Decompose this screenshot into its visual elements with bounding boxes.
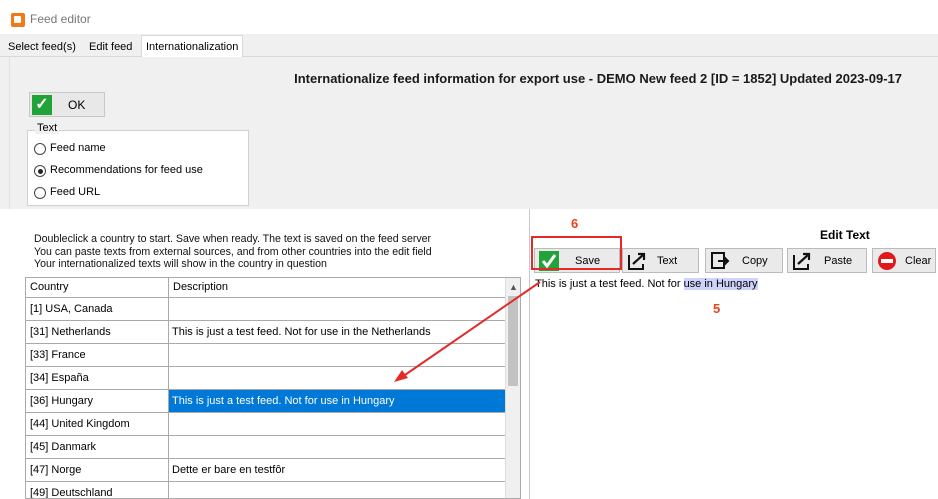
country-cell[interactable]: [31] Netherlands — [26, 321, 169, 344]
clear-icon — [878, 252, 896, 270]
country-cell[interactable]: [47] Norge — [26, 459, 169, 482]
radio-button-selected-icon[interactable] — [34, 165, 46, 177]
vertical-scrollbar[interactable]: ▲ — [505, 278, 520, 498]
tab-edit-feed[interactable]: Edit feed — [85, 38, 136, 57]
radio-button-icon[interactable] — [34, 187, 46, 199]
upper-panel: Internationalize feed information for ex… — [9, 57, 938, 209]
table-row[interactable]: [1] USA, Canada — [26, 298, 506, 321]
scroll-thumb[interactable] — [508, 296, 518, 386]
radio-label: Feed URL — [50, 186, 101, 198]
text-label: Text — [657, 255, 678, 267]
paste-button[interactable]: Paste — [787, 248, 867, 273]
text-option-group: Text Feed name Recommendations for feed … — [27, 122, 249, 206]
description-cell[interactable] — [169, 413, 506, 436]
description-cell[interactable] — [169, 436, 506, 459]
title-bar: Feed editor — [0, 0, 938, 34]
scroll-up-icon[interactable]: ▲ — [509, 282, 518, 292]
page-heading: Internationalize feed information for ex… — [294, 71, 902, 86]
paste-arrow-icon — [793, 252, 811, 270]
instructions-text: Doubleclick a country to start. Save whe… — [34, 233, 432, 270]
clear-label: Clear — [905, 255, 932, 267]
window-title: Feed editor — [30, 12, 91, 26]
text-button[interactable]: Text — [622, 248, 699, 273]
table-row[interactable]: [44] United Kingdom — [26, 413, 506, 436]
copy-label: Copy — [742, 255, 768, 267]
copy-button[interactable]: Copy — [705, 248, 783, 273]
copy-icon — [711, 252, 730, 269]
country-cell[interactable]: [45] Danmark — [26, 436, 169, 459]
ok-label: OK — [68, 98, 86, 112]
description-cell[interactable] — [169, 298, 506, 321]
grid-header: Country Description — [26, 278, 506, 298]
ok-button[interactable]: ✓ OK — [29, 92, 105, 117]
table-row[interactable]: [31] Netherlands This is just a test fee… — [26, 321, 506, 344]
table-row[interactable]: [33] France — [26, 344, 506, 367]
description-cell[interactable] — [169, 482, 506, 498]
column-header-country[interactable]: Country — [26, 278, 169, 298]
table-row-selected[interactable]: [36] Hungary This is just a test feed. N… — [26, 390, 506, 413]
country-grid[interactable]: Country Description [1] USA, Canada [31]… — [25, 277, 521, 499]
paste-label: Paste — [824, 255, 853, 267]
country-cell[interactable]: [33] France — [26, 344, 169, 367]
lower-panel: Doubleclick a country to start. Save whe… — [0, 209, 938, 499]
edit-text-highlight: use in Hungary — [683, 278, 758, 290]
radio-label: Recommendations for feed use — [50, 164, 203, 176]
description-cell[interactable]: This is just a test feed. Not for use in… — [169, 390, 506, 413]
clear-button[interactable]: Clear — [872, 248, 936, 273]
panel-divider[interactable] — [529, 209, 530, 499]
description-cell[interactable]: Dette er bare en testfôr — [169, 459, 506, 482]
check-icon: ✓ — [32, 95, 52, 115]
country-cell[interactable]: [1] USA, Canada — [26, 298, 169, 321]
country-cell[interactable]: [49] Deutschland — [26, 482, 169, 498]
edit-text-title: Edit Text — [820, 228, 870, 242]
description-cell[interactable] — [169, 344, 506, 367]
table-row[interactable]: [49] Deutschland — [26, 482, 506, 498]
save-annotation-box — [531, 236, 622, 270]
edit-text-field[interactable]: This is just a test feed. Not for use in… — [532, 276, 938, 499]
annotation-number-6: 6 — [571, 216, 579, 231]
table-row[interactable]: [47] Norge Dette er bare en testfôr — [26, 459, 506, 482]
table-row[interactable]: [45] Danmark — [26, 436, 506, 459]
edit-text-plain: This is just a test feed. Not for — [535, 278, 684, 290]
tab-select-feeds[interactable]: Select feed(s) — [4, 38, 80, 57]
description-cell[interactable]: This is just a test feed. Not for use in… — [169, 321, 506, 344]
radio-label: Feed name — [50, 142, 106, 154]
group-title: Text — [35, 122, 60, 134]
column-header-description[interactable]: Description — [169, 278, 506, 298]
country-cell[interactable]: [44] United Kingdom — [26, 413, 169, 436]
description-cell[interactable] — [169, 367, 506, 390]
text-arrow-icon — [628, 252, 646, 270]
annotation-number-5: 5 — [713, 301, 721, 316]
country-cell[interactable]: [36] Hungary — [26, 390, 169, 413]
tab-strip: Select feed(s) Edit feed Internationaliz… — [0, 34, 938, 57]
tab-internationalization[interactable]: Internationalization — [141, 35, 244, 57]
country-cell[interactable]: [34] España — [26, 367, 169, 390]
app-icon — [11, 13, 25, 27]
radio-button-icon[interactable] — [34, 143, 46, 155]
table-row[interactable]: [34] España — [26, 367, 506, 390]
